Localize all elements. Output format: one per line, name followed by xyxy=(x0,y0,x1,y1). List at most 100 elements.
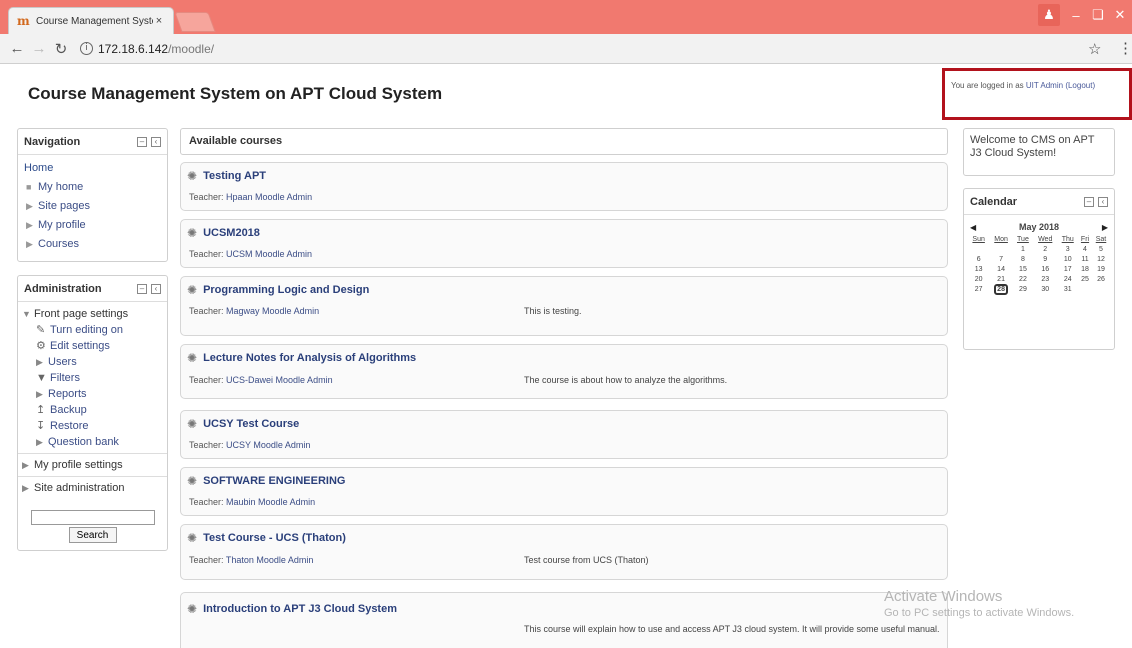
logout-link[interactable]: (Logout) xyxy=(1065,81,1095,90)
backup-upload-icon: ↥ xyxy=(36,404,46,416)
my-profile-settings-link[interactable]: ▶ My profile settings xyxy=(22,457,163,473)
new-tab-button[interactable] xyxy=(174,12,216,32)
calendar-today-marker[interactable]: 28 xyxy=(994,284,1008,295)
calendar-day[interactable]: 27 xyxy=(968,284,989,295)
dock-icon[interactable]: ‹ xyxy=(1098,196,1108,207)
calendar-day[interactable]: 8 xyxy=(1013,254,1033,264)
nav-item-my-profile[interactable]: ▶ My profile xyxy=(24,216,161,235)
backup-link[interactable]: ↥ Backup xyxy=(22,402,163,418)
minimize-icon[interactable]: – xyxy=(1066,4,1086,26)
calendar-day[interactable]: 10 xyxy=(1057,254,1078,264)
calendar-day[interactable]: 30 xyxy=(1033,284,1057,295)
reload-icon[interactable]: ↻ xyxy=(50,40,72,58)
teacher-name-link[interactable]: UCSY Moodle Admin xyxy=(226,440,310,450)
calendar-day[interactable]: 16 xyxy=(1033,264,1057,274)
search-input[interactable] xyxy=(30,510,155,525)
dock-icon[interactable]: ‹ xyxy=(151,136,161,147)
course-title-link[interactable]: ✺ Programming Logic and Design xyxy=(187,283,369,297)
course-box: ✺ SOFTWARE ENGINEERING Teacher: Maubin Mo… xyxy=(180,467,948,516)
user-profile-icon[interactable]: ♟ xyxy=(1038,4,1060,26)
course-title-link[interactable]: ✺ Test Course - UCS (Thaton) xyxy=(187,531,346,545)
edit-settings-link[interactable]: ⚙ Edit settings xyxy=(22,338,163,354)
course-icon: ✺ xyxy=(187,169,198,183)
course-title-link[interactable]: ✺ UCSM2018 xyxy=(187,226,260,240)
calendar-day[interactable]: 21 xyxy=(989,274,1013,284)
next-month-icon[interactable]: ▶ xyxy=(1102,223,1108,232)
calendar-day[interactable]: 28 xyxy=(989,284,1013,295)
calendar-day[interactable]: 4 xyxy=(1078,244,1092,254)
prev-month-icon[interactable]: ◀ xyxy=(970,223,976,232)
calendar-day[interactable]: 12 xyxy=(1092,254,1110,264)
calendar-weekday: Sun xyxy=(972,235,985,243)
bookmark-star-icon[interactable]: ☆ xyxy=(1088,40,1101,58)
nav-item-site-pages[interactable]: ▶ Site pages xyxy=(24,197,161,216)
teacher-name-link[interactable]: UCS-Dawei Moodle Admin xyxy=(226,375,333,385)
calendar-day[interactable]: 5 xyxy=(1092,244,1110,254)
teacher-name-link[interactable]: Magway Moodle Admin xyxy=(226,306,319,316)
course-title-link[interactable]: ✺ UCSY Test Course xyxy=(187,417,299,431)
nav-item-my-home[interactable]: ■ My home xyxy=(24,178,161,197)
calendar-day[interactable]: 17 xyxy=(1057,264,1078,274)
calendar-day[interactable]: 7 xyxy=(989,254,1013,264)
calendar-day[interactable]: 1 xyxy=(1013,244,1033,254)
calendar-day[interactable]: 2 xyxy=(1033,244,1057,254)
calendar-day[interactable]: 23 xyxy=(1033,274,1057,284)
search-button[interactable]: Search xyxy=(68,527,117,543)
calendar-day[interactable]: 22 xyxy=(1013,274,1033,284)
info-icon[interactable]: i xyxy=(80,42,93,55)
course-title-link[interactable]: ✺ Lecture Notes for Analysis of Algorithm… xyxy=(187,351,416,365)
restore-link[interactable]: ↧ Restore xyxy=(22,418,163,434)
maximize-icon[interactable]: ❏ xyxy=(1088,4,1108,26)
tab-close-icon[interactable]: × xyxy=(153,15,165,27)
dock-icon[interactable]: ‹ xyxy=(151,283,161,294)
watermark-line-1: Activate Windows xyxy=(884,588,1003,605)
reports-link[interactable]: ▶ Reports xyxy=(22,386,163,402)
administration-title: Administration xyxy=(24,282,102,295)
front-page-settings[interactable]: ▼ Front page settings xyxy=(22,306,163,322)
calendar-day[interactable]: 20 xyxy=(968,274,989,284)
course-title-link[interactable]: ✺ Introduction to APT J3 Cloud System xyxy=(187,602,397,616)
course-teacher: Teacher: Thaton Moodle Admin xyxy=(189,555,313,565)
course-title-link[interactable]: ✺ SOFTWARE ENGINEERING xyxy=(187,474,345,488)
calendar-day[interactable]: 11 xyxy=(1078,254,1092,264)
calendar-day[interactable]: 31 xyxy=(1057,284,1078,295)
teacher-name-link[interactable]: Maubin Moodle Admin xyxy=(226,497,315,507)
teacher-name-link[interactable]: Thaton Moodle Admin xyxy=(226,555,314,565)
browser-menu-icon[interactable]: ⋮ xyxy=(1118,39,1132,57)
calendar-month[interactable]: May 2018 xyxy=(1019,222,1059,232)
calendar-day[interactable]: 15 xyxy=(1013,264,1033,274)
browser-tab[interactable]: m Course Management System × xyxy=(8,7,174,34)
url-path: /moodle/ xyxy=(168,41,215,56)
calendar-day[interactable]: 13 xyxy=(968,264,989,274)
question-bank-link[interactable]: ▶ Question bank xyxy=(22,434,163,450)
calendar-day[interactable]: 25 xyxy=(1078,274,1092,284)
teacher-name-link[interactable]: Hpaan Moodle Admin xyxy=(226,192,312,202)
course-title-link[interactable]: ✺ Testing APT xyxy=(187,169,266,183)
forward-arrow-icon[interactable]: → xyxy=(28,40,50,57)
teacher-name-link[interactable]: UCSM Moodle Admin xyxy=(226,249,312,259)
collapse-icon[interactable]: – xyxy=(137,136,147,147)
calendar-day[interactable]: 24 xyxy=(1057,274,1078,284)
users-link[interactable]: ▶ Users xyxy=(22,354,163,370)
calendar-day[interactable]: 19 xyxy=(1092,264,1110,274)
filters-link[interactable]: ▼ Filters xyxy=(22,370,163,386)
nav-home-link[interactable]: Home xyxy=(24,159,161,178)
site-administration-link[interactable]: ▶ Site administration xyxy=(22,480,163,496)
calendar-day[interactable]: 18 xyxy=(1078,264,1092,274)
close-window-icon[interactable]: ✕ xyxy=(1110,4,1130,26)
calendar-day[interactable]: 3 xyxy=(1057,244,1078,254)
address-bar[interactable]: i 172.18.6.142 /moodle/ xyxy=(80,42,214,56)
calendar-day[interactable]: 29 xyxy=(1013,284,1033,295)
navigation-title: Navigation xyxy=(24,135,81,148)
back-arrow-icon[interactable]: ← xyxy=(6,40,28,57)
calendar-day[interactable]: 6 xyxy=(968,254,989,264)
collapse-icon[interactable]: – xyxy=(1084,196,1094,207)
collapse-icon[interactable]: – xyxy=(137,283,147,294)
login-user-link[interactable]: UIT Admin xyxy=(1026,81,1063,90)
calendar-day[interactable]: 26 xyxy=(1092,274,1110,284)
calendar-day[interactable]: 14 xyxy=(989,264,1013,274)
calendar-day[interactable]: 9 xyxy=(1033,254,1057,264)
nav-item-courses[interactable]: ▶ Courses xyxy=(24,235,161,254)
course-summary: The course is about how to analyze the a… xyxy=(524,375,728,385)
turn-editing-on-link[interactable]: ✎ Turn editing on xyxy=(22,322,163,338)
